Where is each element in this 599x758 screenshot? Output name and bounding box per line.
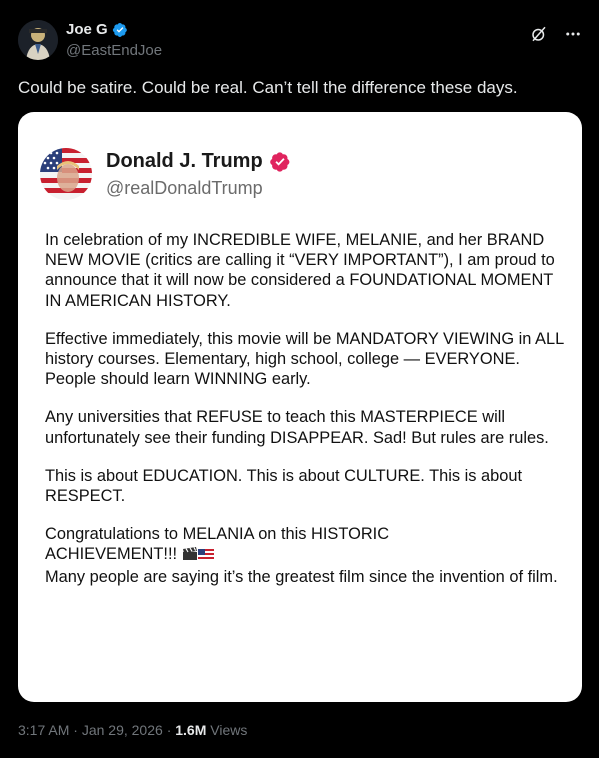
tweet-text: Could be satire. Could be real. Can’t te… [18, 78, 518, 97]
author-name-row: Joe G [66, 21, 128, 38]
embed-paragraph: Effective immediately, this movie will b… [45, 329, 564, 389]
embed-paragraph: This is about EDUCATION. This is about C… [45, 466, 523, 506]
tweet-meta: 3:17 AM · Jan 29, 2026 · 1.6M Views [18, 722, 247, 738]
views-count: 1.6M [175, 722, 207, 738]
more-icon[interactable] [563, 24, 583, 44]
embed-name-row: Donald J. Trump [106, 150, 291, 173]
tweet-date[interactable]: Jan 29, 2026 [82, 722, 163, 738]
embed-last-line2: ACHIEVEMENT!!! [45, 545, 178, 564]
meta-separator: · [166, 722, 172, 738]
embed-paragraph: In celebration of my INCREDIBLE WIFE, ME… [45, 231, 555, 310]
clapperboard-icon [182, 546, 198, 566]
author-name[interactable]: Joe G [66, 21, 108, 38]
tweet-time[interactable]: 3:17 AM [18, 722, 69, 738]
embed-paragraph-last: Congratulations to MELANIA on this HISTO… [45, 524, 570, 587]
tweet-media-image[interactable]: Donald J. Trump @realDonaldTrump In cele… [18, 112, 582, 702]
embed-verified-badge-icon [269, 151, 290, 172]
meta-separator: · [73, 722, 78, 738]
embed-avatar [40, 148, 92, 200]
us-flag-icon [197, 546, 214, 566]
author-avatar[interactable] [18, 20, 58, 60]
author-handle[interactable]: @EastEndJoe [66, 42, 162, 59]
views-label: Views [210, 722, 248, 738]
avatar-icon [18, 20, 58, 60]
embed-paragraph: Any universities that REFUSE to teach th… [45, 408, 549, 447]
tweet-header: Joe G @EastEndJoe [18, 20, 583, 62]
embed-last-line1: Congratulations to MELANIA on this HISTO… [45, 525, 390, 544]
verified-badge-icon [112, 22, 127, 37]
header-actions [529, 24, 583, 44]
flag-portrait-avatar-icon [40, 148, 92, 200]
embed-post-body: In celebration of my INCREDIBLE WIFE, ME… [45, 230, 570, 605]
embed-author-name: Donald J. Trump [106, 150, 263, 172]
embed-last-rest: Many people are saying it’s the greatest… [45, 567, 558, 586]
grok-icon[interactable] [529, 24, 549, 44]
embed-author-handle: @realDonaldTrump [106, 178, 263, 198]
